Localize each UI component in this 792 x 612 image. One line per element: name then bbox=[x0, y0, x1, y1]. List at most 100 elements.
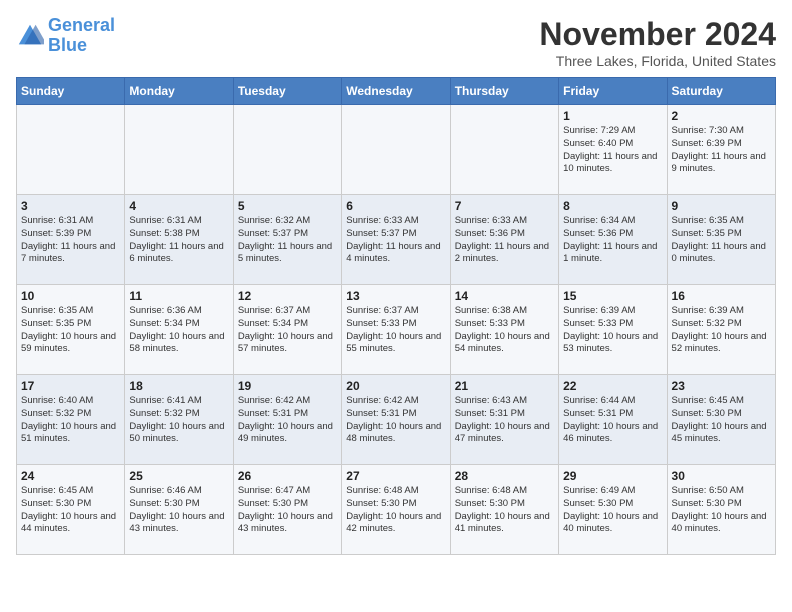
cell-info: Sunrise: 6:41 AM Sunset: 5:32 PM Dayligh… bbox=[129, 395, 228, 446]
calendar-cell: 22 Sunrise: 6:44 AM Sunset: 5:31 PM Dayli… bbox=[559, 375, 667, 465]
calendar-cell: 8 Sunrise: 6:34 AM Sunset: 5:36 PM Daylig… bbox=[559, 195, 667, 285]
cell-info: Sunrise: 6:43 AM Sunset: 5:31 PM Dayligh… bbox=[455, 395, 554, 446]
day-number: 30 bbox=[672, 469, 771, 483]
day-number: 18 bbox=[129, 379, 228, 393]
cell-info: Sunrise: 6:38 AM Sunset: 5:33 PM Dayligh… bbox=[455, 305, 554, 356]
day-number: 25 bbox=[129, 469, 228, 483]
calendar-cell: 6 Sunrise: 6:33 AM Sunset: 5:37 PM Daylig… bbox=[342, 195, 450, 285]
calendar-cell: 5Sunrise: 6:32 AM Sunset: 5:37 PM Daylig… bbox=[233, 195, 341, 285]
cell-info: Sunrise: 6:37 AM Sunset: 5:33 PM Dayligh… bbox=[346, 305, 445, 356]
cell-info: Sunrise: 6:33 AM Sunset: 5:37 PM Dayligh… bbox=[346, 215, 445, 266]
calendar-week-row: 10 Sunrise: 6:35 AM Sunset: 5:35 PM Dayli… bbox=[17, 285, 776, 375]
calendar-cell: 12 Sunrise: 6:37 AM Sunset: 5:34 PM Dayli… bbox=[233, 285, 341, 375]
day-number: 11 bbox=[129, 289, 228, 303]
header-monday: Monday bbox=[125, 78, 233, 105]
day-number: 21 bbox=[455, 379, 554, 393]
location: Three Lakes, Florida, United States bbox=[539, 53, 776, 69]
cell-info: Sunrise: 6:35 AM Sunset: 5:35 PM Dayligh… bbox=[21, 305, 120, 356]
day-number: 10 bbox=[21, 289, 120, 303]
calendar-cell: 11 Sunrise: 6:36 AM Sunset: 5:34 PM Dayli… bbox=[125, 285, 233, 375]
day-number: 20 bbox=[346, 379, 445, 393]
logo-text: General Blue bbox=[48, 16, 115, 56]
calendar-header-row: SundayMondayTuesdayWednesdayThursdayFrid… bbox=[17, 78, 776, 105]
calendar-cell: 10 Sunrise: 6:35 AM Sunset: 5:35 PM Dayli… bbox=[17, 285, 125, 375]
calendar-cell: 26Sunrise: 6:47 AM Sunset: 5:30 PM Dayli… bbox=[233, 465, 341, 555]
day-number: 22 bbox=[563, 379, 662, 393]
logo-line2: Blue bbox=[48, 35, 87, 55]
calendar-cell: 21 Sunrise: 6:43 AM Sunset: 5:31 PM Dayli… bbox=[450, 375, 558, 465]
calendar-cell: 15 Sunrise: 6:39 AM Sunset: 5:33 PM Dayli… bbox=[559, 285, 667, 375]
day-number: 19 bbox=[238, 379, 337, 393]
day-number: 27 bbox=[346, 469, 445, 483]
calendar-cell: 16Sunrise: 6:39 AM Sunset: 5:32 PM Dayli… bbox=[667, 285, 775, 375]
cell-info: Sunrise: 6:47 AM Sunset: 5:30 PM Dayligh… bbox=[238, 485, 337, 536]
calendar-cell: 18 Sunrise: 6:41 AM Sunset: 5:32 PM Dayli… bbox=[125, 375, 233, 465]
logo-line1: General bbox=[48, 15, 115, 35]
day-number: 5 bbox=[238, 199, 337, 213]
cell-info: Sunrise: 6:36 AM Sunset: 5:34 PM Dayligh… bbox=[129, 305, 228, 356]
calendar-week-row: 17Sunrise: 6:40 AM Sunset: 5:32 PM Dayli… bbox=[17, 375, 776, 465]
cell-info: Sunrise: 6:48 AM Sunset: 5:30 PM Dayligh… bbox=[455, 485, 554, 536]
day-number: 28 bbox=[455, 469, 554, 483]
calendar-cell: 23 Sunrise: 6:45 AM Sunset: 5:30 PM Dayli… bbox=[667, 375, 775, 465]
calendar-table: SundayMondayTuesdayWednesdayThursdayFrid… bbox=[16, 77, 776, 555]
cell-info: Sunrise: 6:40 AM Sunset: 5:32 PM Dayligh… bbox=[21, 395, 120, 446]
calendar-cell: 19 Sunrise: 6:42 AM Sunset: 5:31 PM Dayli… bbox=[233, 375, 341, 465]
month-year: November 2024 bbox=[539, 16, 776, 53]
header-wednesday: Wednesday bbox=[342, 78, 450, 105]
cell-info: Sunrise: 7:30 AM Sunset: 6:39 PM Dayligh… bbox=[672, 125, 771, 176]
calendar-cell bbox=[342, 105, 450, 195]
calendar-cell: 2 Sunrise: 7:30 AM Sunset: 6:39 PM Daylig… bbox=[667, 105, 775, 195]
day-number: 15 bbox=[563, 289, 662, 303]
cell-info: Sunrise: 6:45 AM Sunset: 5:30 PM Dayligh… bbox=[672, 395, 771, 446]
cell-info: Sunrise: 6:45 AM Sunset: 5:30 PM Dayligh… bbox=[21, 485, 120, 536]
calendar-cell: 9Sunrise: 6:35 AM Sunset: 5:35 PM Daylig… bbox=[667, 195, 775, 285]
calendar-cell: 17Sunrise: 6:40 AM Sunset: 5:32 PM Dayli… bbox=[17, 375, 125, 465]
calendar-cell bbox=[17, 105, 125, 195]
day-number: 2 bbox=[672, 109, 771, 123]
calendar-cell: 13 Sunrise: 6:37 AM Sunset: 5:33 PM Dayli… bbox=[342, 285, 450, 375]
day-number: 6 bbox=[346, 199, 445, 213]
calendar-cell: 14Sunrise: 6:38 AM Sunset: 5:33 PM Dayli… bbox=[450, 285, 558, 375]
day-number: 9 bbox=[672, 199, 771, 213]
cell-info: Sunrise: 7:29 AM Sunset: 6:40 PM Dayligh… bbox=[563, 125, 662, 176]
calendar-cell: 3 Sunrise: 6:31 AM Sunset: 5:39 PM Daylig… bbox=[17, 195, 125, 285]
day-number: 1 bbox=[563, 109, 662, 123]
page-header: General Blue November 2024 Three Lakes, … bbox=[16, 16, 776, 69]
cell-info: Sunrise: 6:34 AM Sunset: 5:36 PM Dayligh… bbox=[563, 215, 662, 266]
calendar-cell: 25Sunrise: 6:46 AM Sunset: 5:30 PM Dayli… bbox=[125, 465, 233, 555]
day-number: 8 bbox=[563, 199, 662, 213]
cell-info: Sunrise: 6:42 AM Sunset: 5:31 PM Dayligh… bbox=[346, 395, 445, 446]
calendar-week-row: 24 Sunrise: 6:45 AM Sunset: 5:30 PM Dayli… bbox=[17, 465, 776, 555]
logo: General Blue bbox=[16, 16, 115, 56]
cell-info: Sunrise: 6:37 AM Sunset: 5:34 PM Dayligh… bbox=[238, 305, 337, 356]
cell-info: Sunrise: 6:33 AM Sunset: 5:36 PM Dayligh… bbox=[455, 215, 554, 266]
calendar-cell: 4Sunrise: 6:31 AM Sunset: 5:38 PM Daylig… bbox=[125, 195, 233, 285]
header-thursday: Thursday bbox=[450, 78, 558, 105]
logo-icon bbox=[16, 22, 44, 50]
calendar-cell bbox=[125, 105, 233, 195]
calendar-cell: 7 Sunrise: 6:33 AM Sunset: 5:36 PM Daylig… bbox=[450, 195, 558, 285]
day-number: 23 bbox=[672, 379, 771, 393]
calendar-cell: 28 Sunrise: 6:48 AM Sunset: 5:30 PM Dayli… bbox=[450, 465, 558, 555]
day-number: 3 bbox=[21, 199, 120, 213]
calendar-cell: 24 Sunrise: 6:45 AM Sunset: 5:30 PM Dayli… bbox=[17, 465, 125, 555]
header-sunday: Sunday bbox=[17, 78, 125, 105]
cell-info: Sunrise: 6:39 AM Sunset: 5:33 PM Dayligh… bbox=[563, 305, 662, 356]
header-tuesday: Tuesday bbox=[233, 78, 341, 105]
cell-info: Sunrise: 6:44 AM Sunset: 5:31 PM Dayligh… bbox=[563, 395, 662, 446]
day-number: 24 bbox=[21, 469, 120, 483]
cell-info: Sunrise: 6:48 AM Sunset: 5:30 PM Dayligh… bbox=[346, 485, 445, 536]
day-number: 7 bbox=[455, 199, 554, 213]
day-number: 12 bbox=[238, 289, 337, 303]
calendar-cell bbox=[233, 105, 341, 195]
cell-info: Sunrise: 6:42 AM Sunset: 5:31 PM Dayligh… bbox=[238, 395, 337, 446]
header-friday: Friday bbox=[559, 78, 667, 105]
day-number: 13 bbox=[346, 289, 445, 303]
header-saturday: Saturday bbox=[667, 78, 775, 105]
title-block: November 2024 Three Lakes, Florida, Unit… bbox=[539, 16, 776, 69]
cell-info: Sunrise: 6:39 AM Sunset: 5:32 PM Dayligh… bbox=[672, 305, 771, 356]
calendar-cell: 27 Sunrise: 6:48 AM Sunset: 5:30 PM Dayli… bbox=[342, 465, 450, 555]
calendar-week-row: 3 Sunrise: 6:31 AM Sunset: 5:39 PM Daylig… bbox=[17, 195, 776, 285]
cell-info: Sunrise: 6:31 AM Sunset: 5:39 PM Dayligh… bbox=[21, 215, 120, 266]
